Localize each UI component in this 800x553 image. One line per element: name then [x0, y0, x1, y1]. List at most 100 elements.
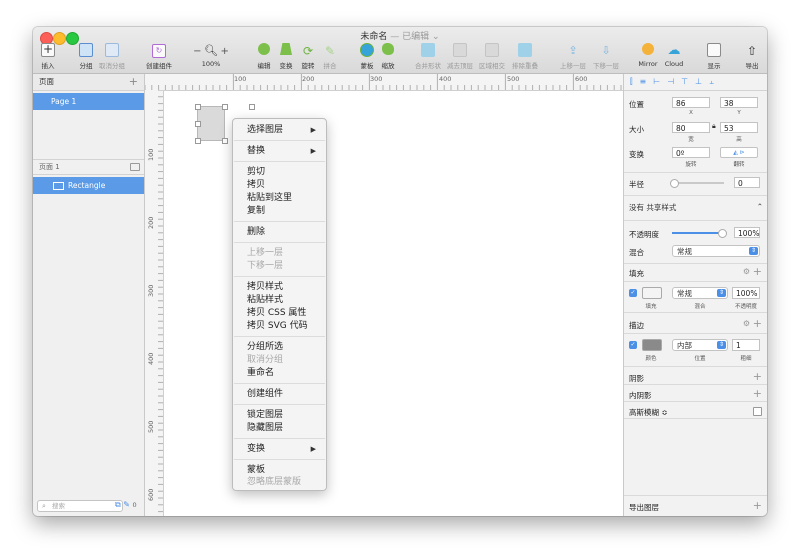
menu-item-mask[interactable]: 蒙板 [247, 464, 265, 476]
zoom-in-button[interactable]: + [221, 46, 229, 57]
fill-checkbox[interactable]: ✓ [629, 289, 637, 297]
menu-item-copy-css[interactable]: 拷贝 CSS 属性 [247, 307, 306, 319]
lock-icon[interactable]: 🔒︎ [712, 122, 716, 131]
border-width-input[interactable]: 1 [732, 339, 760, 351]
blur-title[interactable]: 高斯模糊 ≎ [629, 407, 668, 418]
opacity-slider-knob[interactable] [718, 229, 727, 238]
menu-item-delete[interactable]: 删除 [247, 226, 265, 238]
create-symbol-button[interactable]: ↻ 创建组件 [144, 43, 174, 71]
y-input[interactable]: 38 [720, 97, 758, 108]
border-settings-icon[interactable]: ⚙ [743, 319, 750, 328]
add-shadow-button[interactable]: + [753, 371, 762, 382]
edit-button[interactable]: 编辑 [255, 43, 273, 71]
intersect-button[interactable]: 区域相交 [478, 43, 506, 71]
flatten-button[interactable]: ✎ 拼合 [321, 43, 339, 71]
union-button[interactable]: 合并形状 [414, 43, 442, 71]
menu-item-duplicate[interactable]: 复制 [247, 205, 265, 217]
insert-button[interactable]: + 插入 [37, 43, 59, 71]
collapse-icon[interactable] [130, 163, 140, 171]
radius-slider-knob[interactable] [670, 179, 679, 188]
transform-button[interactable]: 变换 [277, 43, 295, 71]
add-export-button[interactable]: + [753, 500, 762, 511]
menu-item-move-up[interactable]: 上移一层 [247, 247, 283, 259]
size-label: 大小 [629, 125, 644, 134]
add-page-button[interactable]: + [129, 74, 138, 90]
radius-slider[interactable] [670, 179, 724, 188]
backward-label: 下移一层 [593, 62, 619, 70]
fill-settings-icon[interactable]: ⚙ [743, 267, 750, 276]
border-color-swatch[interactable] [642, 339, 662, 351]
opacity-input[interactable]: 100% [734, 227, 760, 238]
menu-item-copy-svg[interactable]: 拷贝 SVG 代码 [247, 320, 308, 332]
bring-forward-button[interactable]: ⇪ 上移一层 [559, 43, 587, 71]
blend-select[interactable]: 常规 ⇕ [672, 245, 760, 257]
fill-color-swatch[interactable] [642, 287, 662, 299]
rotate-input[interactable]: 0º [672, 147, 710, 158]
rectangle-shape[interactable] [197, 106, 225, 141]
shared-style-select[interactable]: 没有 共享样式 ⌃ [629, 202, 763, 213]
resize-handle[interactable] [249, 104, 255, 110]
flip-buttons[interactable]: ◭ ⊳ [720, 147, 758, 158]
menu-item-cut[interactable]: 剪切 [247, 166, 265, 178]
search-icon: ⌕ [42, 502, 46, 510]
radius-input[interactable]: 0 [734, 177, 760, 188]
menu-item-lock-layer[interactable]: 锁定图层 [247, 409, 283, 421]
border-checkbox[interactable]: ✓ [629, 341, 637, 349]
height-input[interactable]: 53 [720, 122, 758, 133]
menu-item-paste-style[interactable]: 粘贴样式 [247, 294, 283, 306]
add-inner-shadow-button[interactable]: + [753, 388, 762, 399]
menu-item-group-selection[interactable]: 分组所选 [247, 341, 283, 353]
cloud-button[interactable]: ☁ Cloud [663, 43, 685, 71]
menu-item-ignore-mask[interactable]: 忽略底层蒙版 [247, 476, 301, 488]
mirror-button[interactable]: Mirror [637, 43, 659, 71]
send-backward-button[interactable]: ⇩ 下移一层 [591, 43, 621, 71]
mask-button[interactable]: 蒙板 [358, 43, 376, 71]
fill-opacity-input[interactable]: 100% [732, 287, 760, 299]
subtract-button[interactable]: 减去顶层 [446, 43, 474, 71]
menu-item-rename[interactable]: 重命名 [247, 367, 274, 379]
width-caption: 宽 [688, 137, 694, 143]
menu-item-ungroup[interactable]: 取消分组 [247, 354, 283, 366]
fill-blend-select[interactable]: 常规 ⇕ [672, 287, 728, 299]
add-fill-button[interactable]: + [753, 266, 762, 277]
x-input[interactable]: 86 [672, 97, 710, 108]
layer-item[interactable]: Rectangle [33, 177, 144, 194]
menu-item-copy[interactable]: 拷贝 [247, 179, 265, 191]
menu-item-copy-style[interactable]: 拷贝样式 [247, 281, 283, 293]
zoom-out-button[interactable]: − [193, 46, 201, 57]
page-item[interactable]: Page 1 [33, 93, 144, 110]
menu-item-create-symbol[interactable]: 创建组件 [247, 388, 283, 400]
group-button[interactable]: 分组 [75, 43, 97, 71]
menu-item-paste-here[interactable]: 粘贴到这里 [247, 192, 292, 204]
width-input[interactable]: 80 [672, 122, 710, 133]
border-position-select[interactable]: 内部 ⇕ [672, 339, 728, 351]
export-button[interactable]: ⇧ 导出 [742, 43, 762, 71]
edited-status[interactable]: 已编辑 ⌄ [402, 32, 439, 42]
scale-button[interactable]: 缩放 [379, 43, 397, 71]
menu-item-hide-layer[interactable]: 隐藏图层 [247, 422, 283, 434]
resize-handle[interactable] [222, 104, 228, 110]
opacity-slider[interactable] [672, 229, 727, 238]
add-border-button[interactable]: + [753, 318, 762, 329]
menu-item-transform[interactable]: 变换 ▶ [247, 443, 322, 455]
menu-item-replace[interactable]: 替换 ▶ [247, 145, 322, 157]
divider [624, 401, 767, 402]
ungroup-button[interactable]: 取消分组 [98, 43, 126, 71]
subtract-icon [446, 43, 474, 59]
blur-checkbox[interactable] [753, 407, 762, 416]
layers-header: 页面 1 [33, 159, 144, 175]
filter-count: 0 [132, 501, 137, 509]
resize-handle[interactable] [195, 104, 201, 110]
menu-item-move-down[interactable]: 下移一层 [247, 260, 283, 272]
view-button[interactable]: 显示 [703, 43, 725, 71]
intersect-label: 区域相交 [479, 62, 505, 70]
resize-handle[interactable] [222, 138, 228, 144]
align-toolbar[interactable]: ⫿≡⊢⊣⊤⊥⫠ [624, 74, 767, 91]
layer-filter-icons[interactable]: ⧉ ✎ 0 [115, 500, 137, 510]
resize-handle[interactable] [195, 121, 201, 127]
rotate-button[interactable]: ⟳ 旋转 [299, 43, 317, 71]
resize-handle[interactable] [195, 138, 201, 144]
menu-item-select-layer[interactable]: 选择图层 ▶ [247, 124, 322, 136]
difference-button[interactable]: 排除重叠 [510, 43, 540, 71]
layer-search-input[interactable]: ⌕ 搜索 [37, 500, 123, 512]
